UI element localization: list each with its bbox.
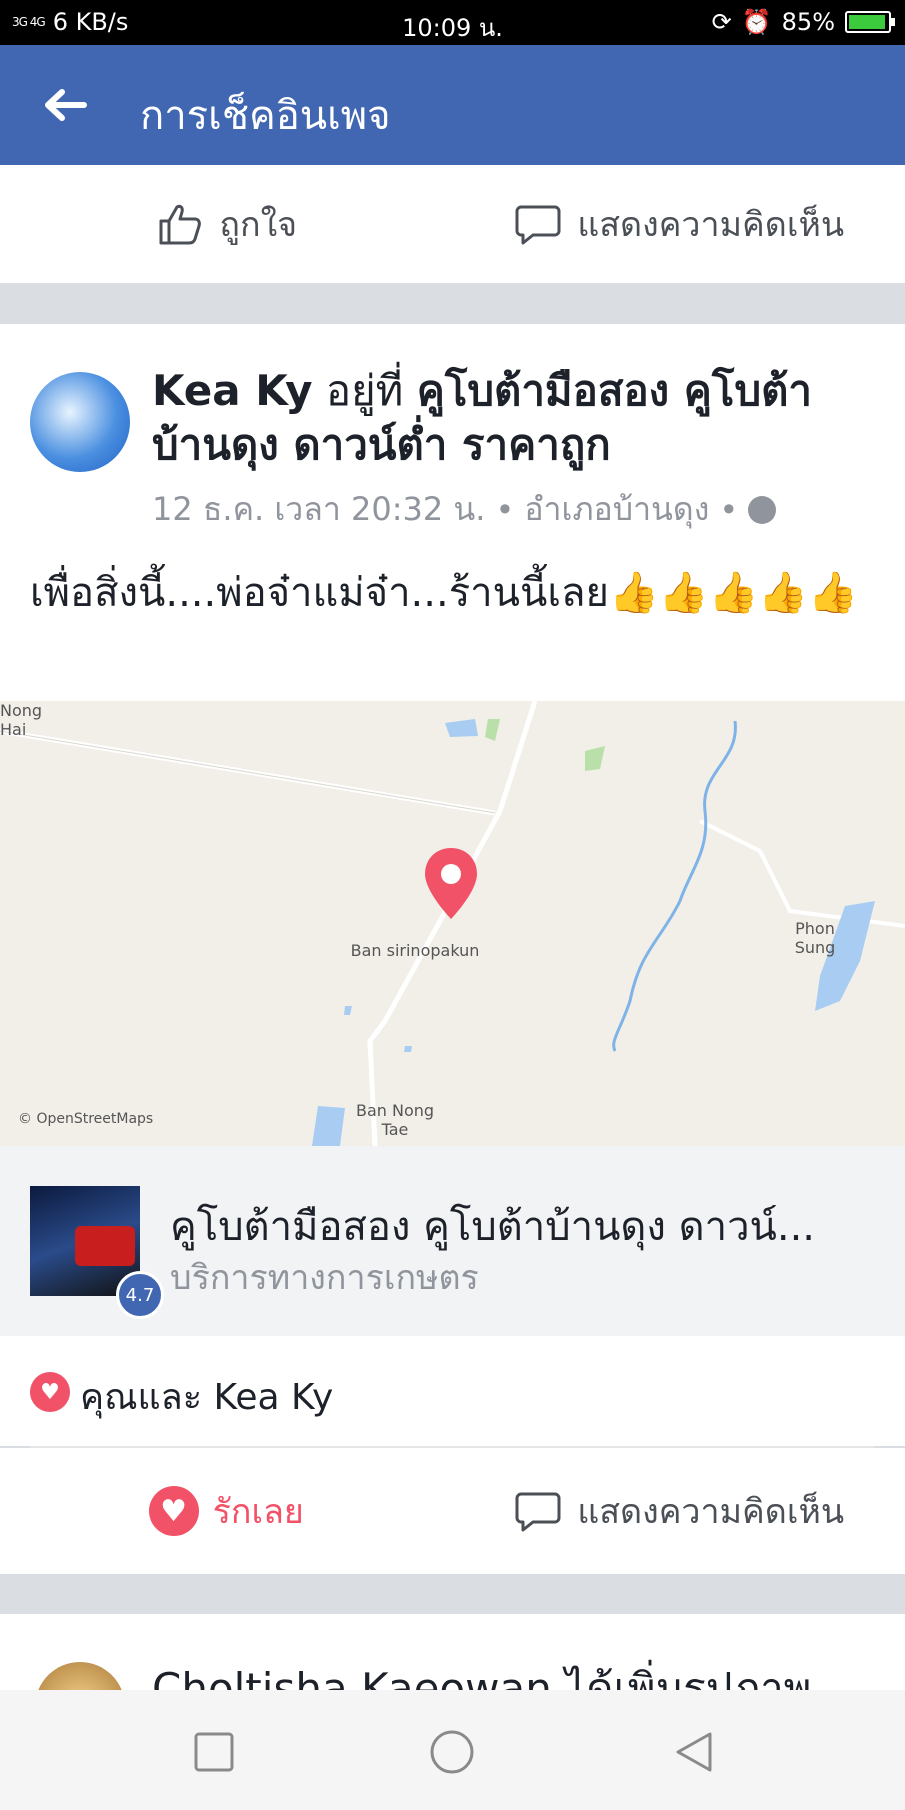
- place-card[interactable]: 4.7 คูโบต้ามือสอง คูโบต้าบ้านดุง ดาวน์..…: [0, 1146, 905, 1336]
- previous-post-actions: ถูกใจ แสดงความคิดเห็น: [0, 165, 905, 283]
- map-graphic: [0, 701, 905, 1146]
- map-label-nong-hai-line2: Hai: [0, 720, 27, 739]
- meta-separator: •: [495, 490, 515, 529]
- like-label: ถูกใจ: [219, 205, 298, 245]
- map-label-nong-hai-line1: Nong: [0, 701, 43, 720]
- comment-label: แสดงความคิดเห็น: [577, 205, 845, 245]
- status-bar: 3G 4G 6 KB/s 10:09 น. ⟳ ⏰ 85%: [0, 0, 905, 45]
- like-button[interactable]: ถูกใจ: [0, 197, 453, 251]
- author-name[interactable]: Kea Ky: [152, 366, 313, 415]
- map-pin-icon[interactable]: [422, 846, 480, 921]
- public-globe-icon: [748, 495, 777, 524]
- author-avatar[interactable]: [30, 372, 130, 472]
- map-label-tae-line2: Tae: [381, 1120, 409, 1139]
- heart-icon: ♥: [148, 1486, 199, 1536]
- home-button[interactable]: [430, 1730, 474, 1774]
- square-icon: [194, 1732, 234, 1772]
- circle-icon: [430, 1730, 474, 1774]
- place-category: บริการทางการเกษตร: [170, 1258, 479, 1298]
- back-arrow-icon[interactable]: [40, 80, 90, 130]
- map-label-phon-line1: Phon: [795, 919, 835, 938]
- map-preview[interactable]: Nong Hai Ban sirinopakun Phon Sung Ban Non…: [0, 701, 905, 1146]
- next-post-header[interactable]: Choltisha Kaeowan ได้เพิ่มรูปภาพ: [152, 1656, 811, 1694]
- comment-button-2[interactable]: แสดงความคิดเห็น: [453, 1484, 905, 1538]
- comment-icon: [515, 205, 561, 245]
- map-label-tae-line1: Ban Nong: [355, 1101, 435, 1120]
- love-button[interactable]: ♥ รักเลย: [0, 1484, 453, 1538]
- map-attribution[interactable]: © OpenStreetMaps: [18, 1111, 153, 1127]
- comment-label-2: แสดงความคิดเห็น: [577, 1492, 845, 1532]
- triangle-back-icon: [676, 1732, 712, 1772]
- post-meta: 12 ธ.ค. เวลา 20:32 น. • อำเภอบ้านดุง •: [152, 484, 777, 535]
- map-label-nong-hai: Nong Hai: [0, 701, 42, 739]
- post-author-line: Kea Ky อยู่ที่ คูโบต้ามือสอง คูโบต้าบ้าน…: [152, 364, 872, 472]
- map-label-nong-tae: Ban Nong Tae: [345, 1101, 445, 1139]
- post-text: เพื่อสิ่งนี้....พ่อจ๋าแม่จ๋า...ร้านนี้เล…: [30, 570, 858, 616]
- love-reaction-icon: ♥: [30, 1372, 70, 1412]
- reactors-text: คุณและ Kea Ky: [80, 1377, 334, 1418]
- at-text: อยู่ที่: [312, 366, 417, 415]
- system-nav-bar: [0, 1690, 905, 1810]
- comment-icon: [515, 1492, 561, 1532]
- love-label: รักเลย: [212, 1492, 304, 1532]
- app-bar: การเช็คอินเพจ: [0, 45, 905, 165]
- page-title: การเช็คอินเพจ: [140, 93, 391, 139]
- battery-icon: [845, 11, 895, 33]
- post-location[interactable]: อำเภอบ้านดุง: [524, 484, 709, 535]
- next-post: Choltisha Kaeowan ได้เพิ่มรูปภาพ: [0, 1614, 905, 1694]
- map-label-pin: Ban sirinopakun: [350, 941, 480, 960]
- post-actions: ♥ รักเลย แสดงความคิดเห็น: [0, 1448, 905, 1574]
- back-button[interactable]: [672, 1730, 716, 1774]
- tractor-image: [75, 1226, 135, 1266]
- reactions-summary[interactable]: ♥ คุณและ Kea Ky: [0, 1336, 905, 1446]
- place-name: คูโบต้ามือสอง คูโบต้าบ้านดุง ดาวน์...: [170, 1204, 816, 1250]
- battery-percent: 85%: [781, 8, 835, 36]
- lock-rotation-icon: ⟳: [711, 8, 732, 36]
- rating-badge: 4.7: [116, 1271, 164, 1319]
- map-label-phon-sung: Phon Sung: [780, 919, 850, 957]
- thumbs-up-icon: [159, 204, 202, 245]
- status-time: 10:09 น.: [402, 14, 503, 42]
- comment-button[interactable]: แสดงความคิดเห็น: [453, 197, 905, 251]
- meta-separator-2: •: [719, 490, 739, 529]
- post-time[interactable]: 12 ธ.ค. เวลา 20:32 น.: [152, 484, 485, 535]
- post: Kea Ky อยู่ที่ คูโบต้ามือสอง คูโบต้าบ้าน…: [0, 324, 905, 701]
- alarm-icon: ⏰: [741, 8, 772, 36]
- map-label-phon-line2: Sung: [794, 938, 836, 957]
- recent-apps-button[interactable]: [192, 1730, 236, 1774]
